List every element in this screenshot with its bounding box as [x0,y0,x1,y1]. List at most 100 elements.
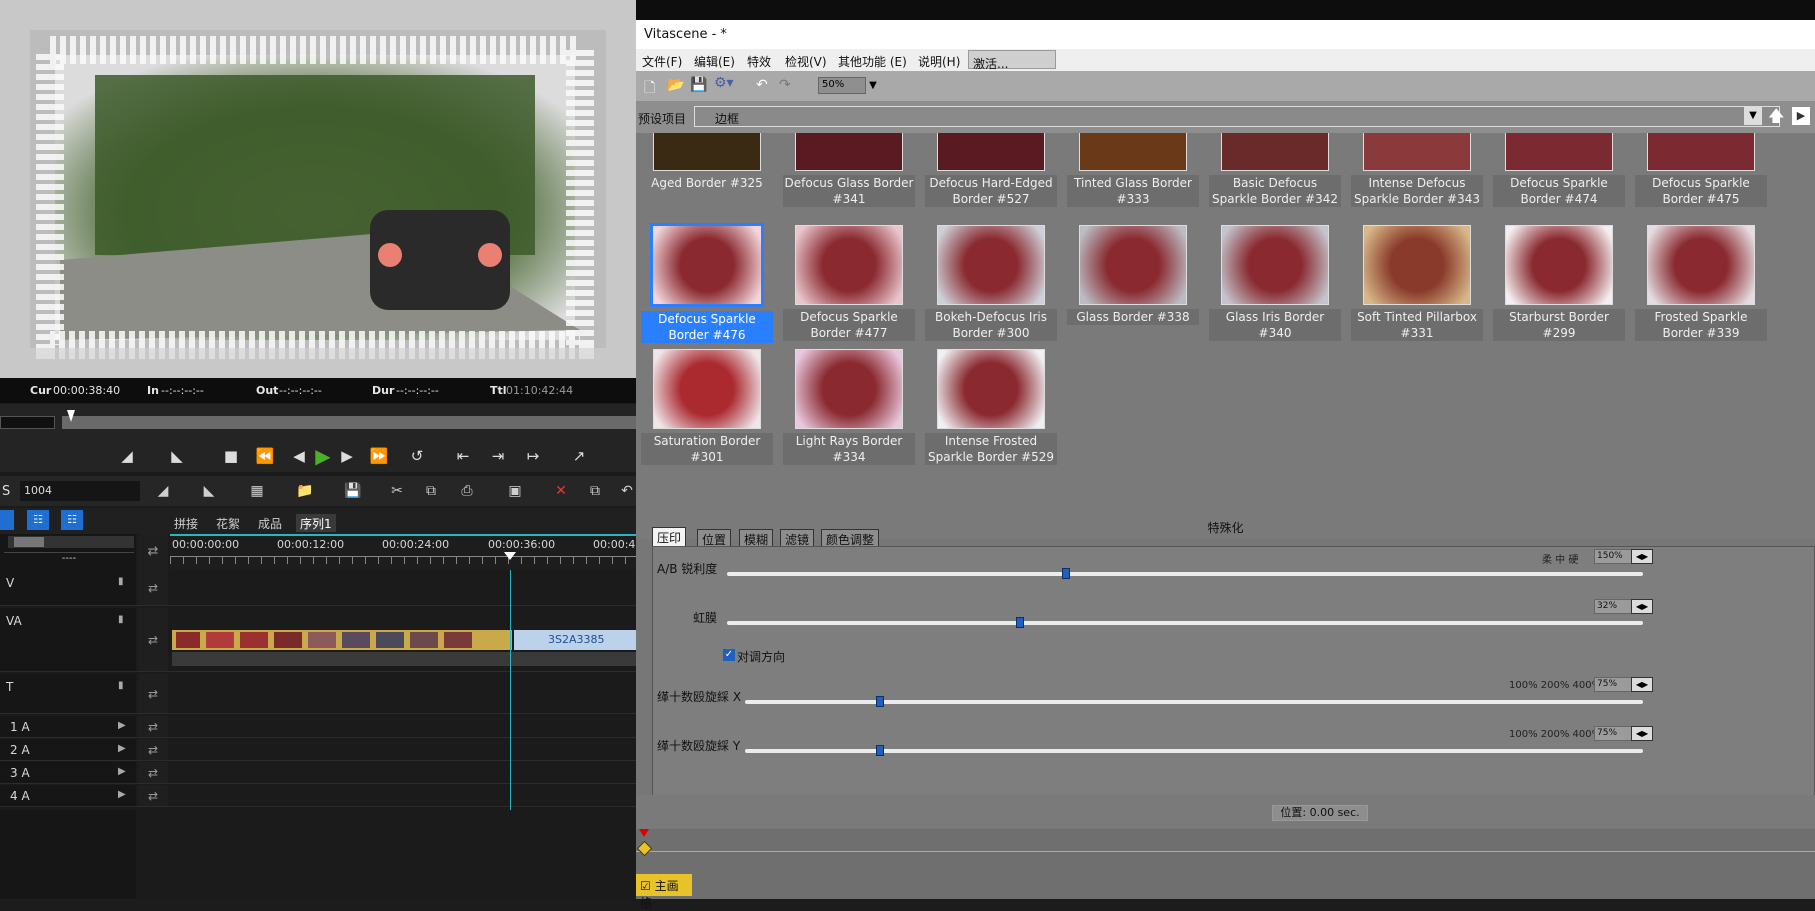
tab-filter[interactable]: 滤镜 [780,529,815,547]
match-frame-icon[interactable]: ↦ [522,445,544,467]
keyframe-diamond-icon[interactable] [636,840,653,857]
preset-thumb[interactable]: Starburst Border #299 [1488,225,1630,341]
scale-x-stepper[interactable]: ◀▶ [1631,677,1653,692]
tab-splice[interactable]: 拼接 [170,514,202,532]
export-icon[interactable]: ↗ [568,445,590,467]
iris-slider[interactable] [727,621,1643,625]
iris-stepper[interactable]: ◀▶ [1631,599,1653,614]
track-sync-icon[interactable]: ⇄ [138,716,168,737]
tab-position[interactable]: 位置 [697,529,732,547]
preset-thumb[interactable]: Light Rays Border #334 [778,349,920,465]
scale-x-slider-knob[interactable] [875,696,884,707]
track-sync-icon[interactable]: ⇄ [138,674,168,713]
menu-file[interactable]: 文件(F) [642,53,682,70]
timeline-scale-field[interactable]: 1004 [20,481,140,501]
delete-icon[interactable]: ✕ [550,481,572,501]
preset-thumb[interactable]: Defocus Glass Border #341 [778,133,920,207]
preset-thumb[interactable]: Glass Border #338 [1062,225,1204,325]
clip-tools-icon[interactable]: ▦ [246,481,268,501]
scrub-track[interactable] [62,416,636,429]
insert-icon[interactable]: ▣ [504,481,526,501]
arrow-up-icon[interactable]: 🡅 [1768,105,1788,127]
preset-thumb[interactable]: Intense Frosted Sparkle Border #529 [920,349,1062,465]
track-header[interactable]: 1 A ▶ [0,716,136,737]
sharpness-slider-knob[interactable] [1061,568,1070,579]
mark-out-icon[interactable]: ◣ [166,445,188,467]
track-sync-icon[interactable]: ⇄ [138,570,168,605]
menu-edit[interactable]: 编辑(E) [694,53,735,70]
tab-final[interactable]: 成品 [254,514,286,532]
preset-thumb[interactable]: Defocus Hard-Edged Border #527 [920,133,1062,207]
track-speaker-icon[interactable]: ▶ [118,789,126,800]
go-in-icon[interactable]: ⇤ [452,445,474,467]
preset-thumb[interactable]: Tinted Glass Border #333 [1062,133,1204,207]
chevron-down-icon[interactable]: ▼ [866,77,880,94]
track-speaker-icon[interactable]: ▶ [118,743,126,754]
menu-view[interactable]: 检视(V) [785,53,827,70]
preset-thumb[interactable]: Defocus Sparkle Border #474 [1488,133,1630,207]
play-icon[interactable]: ▶ [312,445,334,467]
undo-icon[interactable]: ↶ [756,77,774,95]
fast-forward-icon[interactable]: ⏩ [368,445,390,467]
scrub-bar[interactable] [0,404,636,440]
tab-color-adjust[interactable]: 颜色调整 [821,529,880,547]
mixer-icon[interactable]: ◣ [198,481,220,501]
audio-clip-strip[interactable] [172,652,636,666]
track-sync-icon[interactable]: ⇄ [138,762,168,783]
tab-sequence1[interactable]: 序列1 [296,514,336,532]
keyframe-track[interactable] [636,829,1815,871]
zoom-slider[interactable] [8,536,134,548]
stop-icon[interactable]: ■ [220,445,242,467]
preset-thumb[interactable]: Aged Border #325 [636,133,778,191]
menu-help[interactable]: 说明(H) [918,53,960,70]
render-icon[interactable]: ⚙▾ [714,75,744,95]
selected-clip[interactable]: 3S2A3385 [514,630,636,650]
scale-y-stepper[interactable]: ◀▶ [1631,726,1653,741]
save-file-icon[interactable]: 💾 [690,77,708,95]
preset-thumb-selected[interactable]: Defocus Sparkle Border #476 [636,223,778,343]
track-view-dropdown[interactable]: ---- [4,552,134,566]
tab-blur[interactable]: 模糊 [739,529,774,547]
track-header[interactable]: T ▮ [0,674,136,713]
menu-effects[interactable]: 特效 [747,53,771,70]
step-back-icon[interactable]: ◀ [288,445,310,467]
track-header[interactable]: 2 A ▶ [0,739,136,760]
preset-thumb[interactable]: Intense Defocus Sparkle Border #343 [1346,133,1488,207]
swap-direction-checkbox[interactable]: ✓ [723,649,735,661]
iris-slider-knob[interactable] [1016,617,1025,628]
track-header[interactable]: VA ▮ [0,608,136,671]
new-file-icon[interactable]: 🗋 [644,77,660,96]
activate-button[interactable]: 激活... [968,50,1056,71]
video-clip-strip[interactable] [172,630,512,650]
track-header[interactable]: V ▮ [0,570,136,605]
scale-y-slider-knob[interactable] [875,745,884,756]
menu-other[interactable]: 其他功能 (E) [838,53,907,70]
main-grid-toggle[interactable]: ☑ 主画格 [636,874,692,910]
track-lock-icon[interactable]: ▮ [118,576,124,587]
mark-in-icon[interactable]: ◢ [116,445,138,467]
track-sync-icon[interactable]: ⇄ [138,608,168,671]
preset-thumb[interactable]: Basic Defocus Sparkle Border #342 [1204,133,1346,207]
preset-thumb[interactable]: Bokeh-Defocus Iris Border #300 [920,225,1062,341]
tab-outtakes[interactable]: 花絮 [212,514,244,532]
redo-icon[interactable]: ↷ [779,77,797,95]
paste-icon[interactable]: ⎙ [456,481,478,501]
split-icon[interactable]: ◢ [152,481,174,501]
track-lock-icon[interactable]: ▮ [118,614,124,625]
track-lock-icon[interactable]: ▮ [118,680,124,691]
zoom-dropdown[interactable]: 50% [818,77,866,94]
track-header[interactable]: 3 A ▶ [0,762,136,783]
go-out-icon[interactable]: ⇥ [487,445,509,467]
sharpness-value[interactable]: 150% [1594,549,1634,564]
scale-y-value[interactable]: 75% [1594,726,1634,741]
loop-icon[interactable]: ↺ [406,445,428,467]
preset-thumb[interactable]: Soft Tinted Pillarbox #331 [1346,225,1488,341]
link-toggle-icon[interactable] [0,510,14,530]
sharpness-stepper[interactable]: ◀▶ [1631,549,1653,564]
open-folder-icon[interactable]: 📁 [294,481,316,501]
track-header[interactable]: 4 A ▶ [0,785,136,806]
open-file-icon[interactable]: 📂 [667,77,685,95]
track-sync-icon[interactable]: ⇄ [138,739,168,760]
undo-icon[interactable]: ↶ [616,481,636,501]
step-forward-icon[interactable]: ▶ [336,445,358,467]
